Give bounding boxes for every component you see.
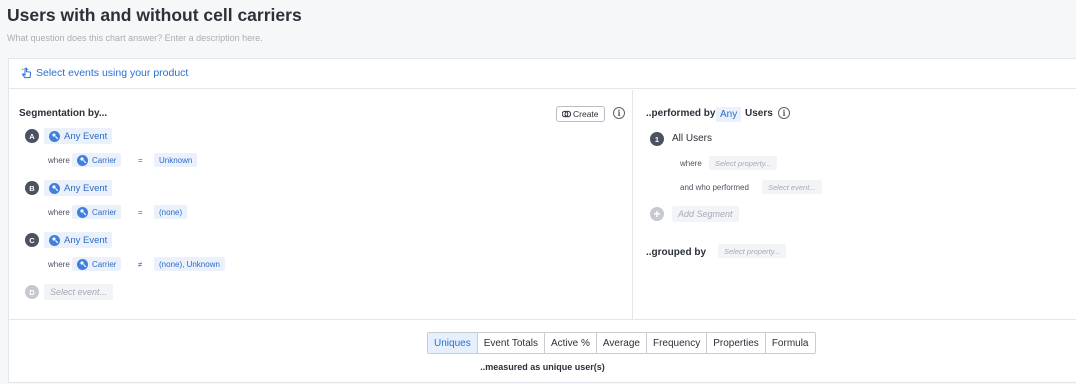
where-label: where [48, 260, 70, 269]
property-icon [77, 154, 88, 166]
select-events-label: Select events using your product [36, 67, 189, 79]
segment-name[interactable]: All Users [672, 133, 712, 144]
chart-description-input[interactable]: What question does this chart answer? En… [7, 33, 263, 43]
measure-tabs: Uniques Event Totals Active % Average Fr… [427, 332, 816, 354]
create-button[interactable]: Create [556, 106, 605, 122]
add-segment-button[interactable]: Add Segment [672, 206, 739, 222]
event-selector[interactable]: Any Event [44, 232, 113, 248]
add-segment-icon[interactable]: + [650, 207, 664, 221]
create-label: Create [573, 109, 599, 119]
create-event-icon [562, 110, 571, 118]
tab-formula[interactable]: Formula [765, 333, 815, 353]
property-name: Carrier [92, 155, 117, 165]
tab-average[interactable]: Average [596, 333, 647, 353]
property-selector[interactable]: Carrier [72, 205, 122, 219]
event-name: Any Event [64, 234, 108, 246]
tab-uniques[interactable]: Uniques [428, 333, 478, 353]
users-label: Users [745, 108, 773, 119]
select-events-link[interactable]: Select events using your product [21, 67, 188, 79]
info-icon[interactable]: i [613, 107, 625, 119]
select-event-input[interactable]: Select event... [762, 180, 822, 194]
tab-properties[interactable]: Properties [707, 333, 766, 353]
any-selector[interactable]: Any [716, 107, 742, 122]
property-value[interactable]: (none) [154, 205, 188, 219]
property-name: Carrier [92, 207, 117, 217]
pointer-icon [21, 67, 32, 79]
grouped-by-select-input[interactable]: Select property... [718, 244, 787, 258]
tab-event-totals[interactable]: Event Totals [477, 333, 545, 353]
grouped-by-heading: ..grouped by [646, 247, 706, 258]
property-icon [77, 206, 88, 218]
event-name: Any Event [64, 130, 108, 142]
info-icon[interactable]: i [778, 107, 790, 119]
tab-frequency[interactable]: Frequency [646, 333, 708, 353]
property-name: Carrier [92, 259, 117, 269]
tab-active-percent[interactable]: Active % [545, 333, 597, 353]
event-letter-badge: B [25, 181, 39, 195]
event-selector[interactable]: Any Event [44, 128, 113, 144]
event-name: Any Event [64, 182, 108, 194]
event-letter-badge: C [25, 233, 39, 247]
operator[interactable]: ≠ [138, 260, 142, 269]
event-letter-badge: A [25, 129, 39, 143]
performed-by-column: ..performed by Any Users i 1 All Users w… [634, 90, 1076, 319]
property-selector[interactable]: Carrier [72, 153, 122, 167]
property-value[interactable]: Unknown [154, 153, 198, 167]
event-letter-badge: D [25, 285, 39, 299]
operator[interactable]: = [138, 156, 143, 165]
property-selector[interactable]: Carrier [72, 257, 122, 271]
property-value[interactable]: (none), Unknown [154, 257, 225, 271]
select-event-input[interactable]: Select event... [44, 284, 114, 300]
event-icon [49, 234, 60, 246]
and-who-performed-label: and who performed [680, 183, 749, 192]
top-bar: Select events using your product [9, 59, 1076, 89]
performed-by-heading: ..performed by [646, 108, 716, 119]
event-icon [49, 182, 60, 194]
property-icon [77, 258, 88, 270]
operator[interactable]: = [138, 208, 143, 217]
segment-number-badge: 1 [650, 132, 664, 146]
segmentation-heading: Segmentation by... [19, 108, 108, 119]
measure-row: Uniques Event Totals Active % Average Fr… [9, 319, 1076, 384]
chart-title[interactable]: Users with and without cell carriers [7, 5, 302, 26]
where-label: where [680, 159, 702, 168]
event-selector[interactable]: Any Event [44, 180, 113, 196]
query-panel: Select events using your product Segment… [8, 58, 1076, 383]
event-icon [49, 130, 60, 142]
segmentation-column: Segmentation by... Create i A Any Event … [9, 90, 633, 319]
where-label: where [48, 208, 70, 217]
select-property-input[interactable]: Select property... [709, 156, 778, 170]
where-label: where [48, 156, 70, 165]
measured-as-label: ..measured as unique user(s) [480, 362, 605, 372]
